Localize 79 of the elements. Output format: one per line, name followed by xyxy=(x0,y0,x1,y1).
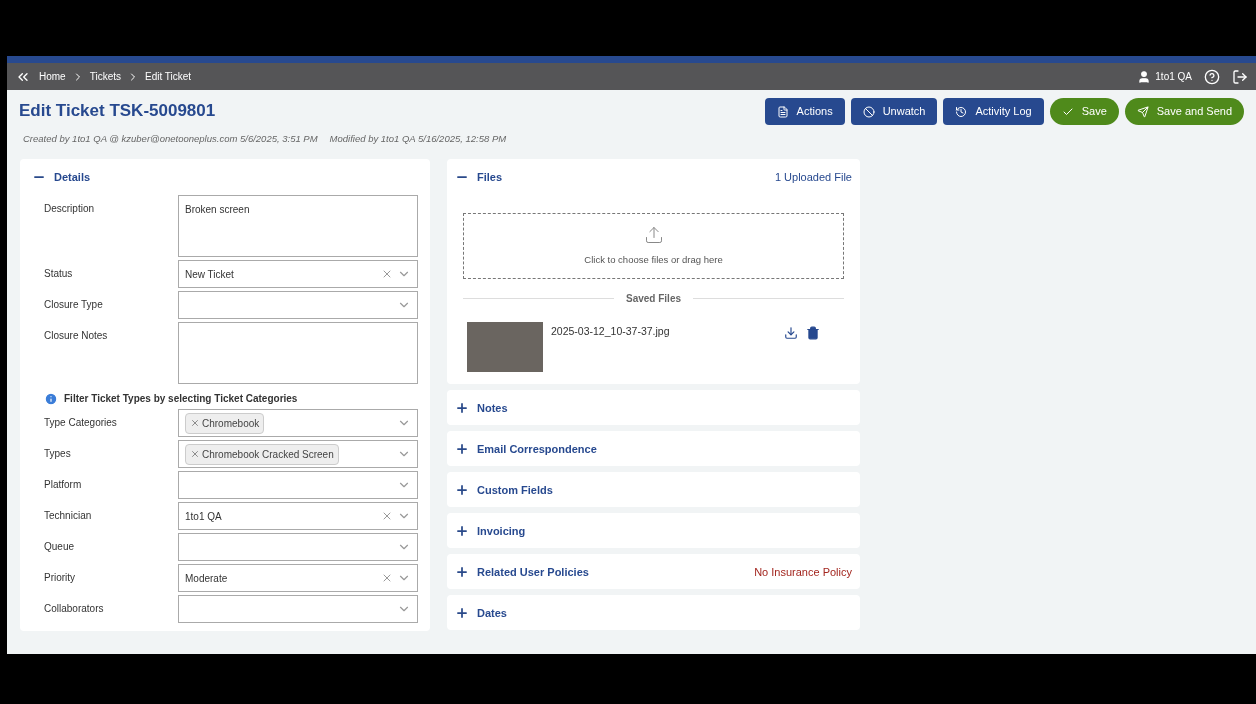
field-label: Collaborators xyxy=(44,602,105,617)
section-title[interactable]: Notes xyxy=(477,399,508,416)
select-field[interactable]: New Ticket xyxy=(178,260,418,289)
section-title[interactable]: Email Correspondence xyxy=(477,440,597,457)
panel-title[interactable]: Details xyxy=(54,168,91,186)
file-count: 1 Uploaded File xyxy=(774,169,852,185)
select-field[interactable] xyxy=(178,471,418,500)
field-label: Queue xyxy=(44,540,76,555)
trash-icon[interactable] xyxy=(806,326,820,341)
select-field[interactable] xyxy=(178,595,418,624)
drop-zone[interactable]: Click to choose files or drag here xyxy=(463,213,844,280)
upload-icon xyxy=(643,225,664,246)
prohibited-icon xyxy=(862,105,875,118)
expand-icon[interactable] xyxy=(455,523,469,538)
drop-zone-text: Click to choose files or drag here xyxy=(584,253,723,268)
select-value: New Ticket xyxy=(185,267,234,282)
logout-icon[interactable] xyxy=(1232,68,1248,85)
expand-icon[interactable] xyxy=(455,605,469,620)
toolbar-button[interactable]: Actions xyxy=(764,98,845,125)
section-title[interactable]: Related User Policies xyxy=(477,563,589,580)
help-icon[interactable] xyxy=(1204,68,1220,85)
toolbar-button[interactable]: Activity Log xyxy=(943,98,1044,125)
expand-icon[interactable] xyxy=(455,441,469,456)
field-label: Status xyxy=(44,267,74,282)
select-value: 1to1 QA xyxy=(185,509,222,524)
section-title[interactable]: Invoicing xyxy=(477,522,526,539)
page-title: Edit Ticket TSK-5009801 xyxy=(19,100,217,122)
field-label: Closure Type xyxy=(44,298,104,313)
download-icon[interactable] xyxy=(784,326,798,341)
expand-icon[interactable] xyxy=(455,400,469,415)
section-title[interactable]: Dates xyxy=(477,604,507,621)
select-field[interactable] xyxy=(178,291,418,320)
text-area[interactable]: Broken screen xyxy=(178,195,418,258)
select-field[interactable]: Chromebook xyxy=(178,409,418,438)
text-area[interactable] xyxy=(178,322,418,385)
panel-title[interactable]: Files xyxy=(477,168,503,186)
breadcrumb-link[interactable]: Edit Ticket xyxy=(145,69,192,84)
select-field[interactable] xyxy=(178,533,418,562)
expand-icon[interactable] xyxy=(455,482,469,497)
field-label: Type Categories xyxy=(44,416,118,431)
tag: Chromebook xyxy=(185,412,265,434)
select-field[interactable]: 1to1 QA xyxy=(178,502,418,531)
created-info: Created by 1to1 QA @ kzuber@onetooneplus.com 5/6/2025, 3:51 PM xyxy=(23,131,318,146)
file-name[interactable]: 2025-03-12_10-37-37.jpg xyxy=(551,324,776,340)
section-panel[interactable]: Email Correspondence xyxy=(447,431,860,467)
section-panel[interactable]: Invoicing xyxy=(447,513,860,549)
breadcrumb-link[interactable]: Tickets xyxy=(89,69,121,84)
field-label: Types xyxy=(44,447,72,462)
expand-icon[interactable] xyxy=(455,564,469,579)
saved-files-heading: Saved Files xyxy=(626,292,681,307)
breadcrumb-link[interactable]: Home xyxy=(39,69,66,84)
user-name[interactable]: 1to1 QA xyxy=(1155,69,1192,84)
history-icon xyxy=(955,105,968,118)
info-icon xyxy=(44,391,58,406)
section-panel[interactable]: Related User Policies No Insurance Policy xyxy=(447,554,860,590)
select-field[interactable]: Moderate xyxy=(178,564,418,593)
remove-icon[interactable] xyxy=(190,418,200,429)
tag: Chromebook Cracked Screen xyxy=(185,443,339,465)
field-label: Closure Notes xyxy=(44,329,109,344)
toolbar-button[interactable]: Unwatch xyxy=(850,98,938,125)
field-label: Priority xyxy=(44,571,77,586)
section-note: No Insurance Policy xyxy=(754,564,852,580)
select-field[interactable]: Chromebook Cracked Screen xyxy=(178,440,418,469)
remove-icon[interactable] xyxy=(190,449,200,460)
document-icon xyxy=(776,105,789,118)
toolbar-button[interactable]: Save xyxy=(1049,98,1119,125)
section-panel[interactable]: Custom Fields xyxy=(447,472,860,508)
filter-hint: Filter Ticket Types by selecting Ticket Categories xyxy=(64,392,298,407)
toolbar-button[interactable]: Save and Send xyxy=(1124,98,1244,125)
field-label: Platform xyxy=(44,478,83,493)
field-label: Technician xyxy=(44,509,93,524)
section-panel[interactable]: Notes xyxy=(447,390,860,426)
modified-info: Modified by 1to1 QA 5/16/2025, 12:58 PM xyxy=(329,131,507,146)
user-icon[interactable] xyxy=(1137,69,1152,84)
section-title[interactable]: Custom Fields xyxy=(477,481,553,498)
field-label: Description xyxy=(44,202,96,217)
section-panel[interactable]: Dates xyxy=(447,595,860,631)
send-icon xyxy=(1136,105,1149,118)
select-value: Moderate xyxy=(185,571,228,586)
